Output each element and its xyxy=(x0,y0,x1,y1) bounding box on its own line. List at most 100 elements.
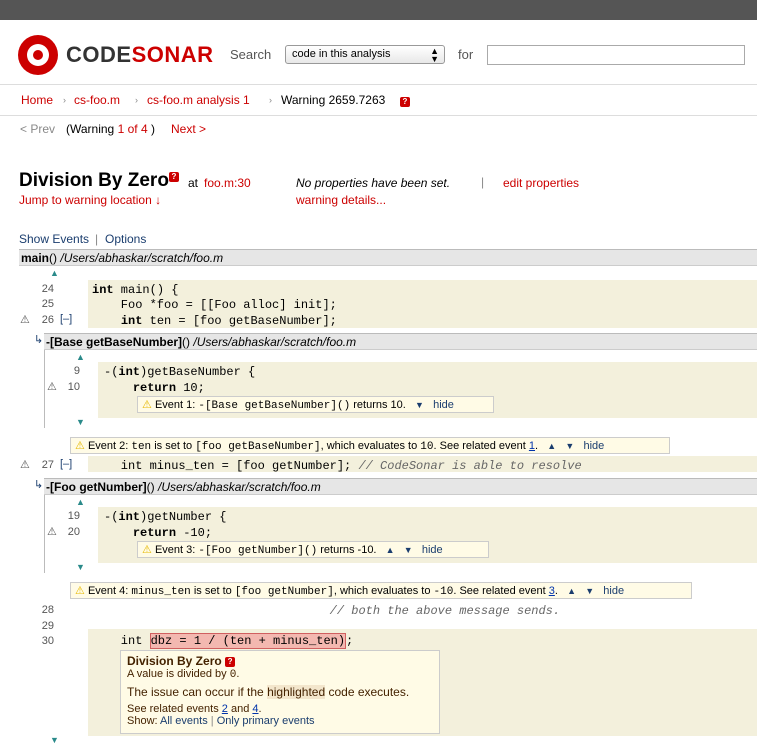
scroll-down-icon[interactable]: ▼ xyxy=(50,735,59,745)
event-text: . See related event xyxy=(433,440,529,452)
event-text: , which evaluates to xyxy=(333,585,434,597)
warning-location-link[interactable]: foo.m:30 xyxy=(204,176,251,190)
window-top-bar xyxy=(0,0,757,20)
jump-to-location-link[interactable]: Jump to warning location ↓ xyxy=(19,193,161,207)
event-code: ten xyxy=(131,441,152,453)
line-number: 10 xyxy=(67,381,80,393)
event-down-icon[interactable]: ▼ xyxy=(404,545,413,555)
function-name: -[Foo getNumber] xyxy=(46,480,147,494)
prev-link[interactable]: < Prev xyxy=(20,122,55,136)
popup-text: A value is divided by xyxy=(127,668,230,680)
line-number: 27 xyxy=(41,459,54,471)
function-parens: () xyxy=(182,335,191,349)
code-comment: // CodeSonar is able to resolve xyxy=(351,459,582,473)
codesonar-logo[interactable]: CODESONAR xyxy=(66,42,214,68)
scroll-up-icon[interactable]: ▲ xyxy=(50,268,59,278)
event-code: 10 xyxy=(420,441,434,453)
search-scope-select[interactable]: code in this analysis ▲ ▼ xyxy=(285,45,445,64)
pager-close: ) xyxy=(147,122,155,136)
hide-link[interactable]: hide xyxy=(422,544,443,556)
keyword: int xyxy=(92,283,114,297)
code-text: ; xyxy=(346,634,354,648)
popup-highlight: highlighted xyxy=(267,685,326,699)
popup-related: See related events 2 and 4. xyxy=(127,703,433,715)
scroll-down-icon[interactable]: ▼ xyxy=(76,417,85,427)
event-up-icon[interactable]: ▲ xyxy=(386,545,395,555)
event-text: is set to xyxy=(151,440,196,452)
event-text: , which evaluates to xyxy=(320,440,421,452)
chevron-right-icon: › xyxy=(63,95,66,105)
logo-code-text: CODE xyxy=(66,42,132,67)
scroll-up-icon[interactable]: ▲ xyxy=(76,352,85,362)
edit-properties-link[interactable]: edit properties xyxy=(503,176,579,190)
event-code: [foo getNumber] xyxy=(234,586,334,598)
code-line: -(int)getNumber { xyxy=(104,510,227,524)
nest-guide xyxy=(44,350,45,428)
pager-total[interactable]: 4 xyxy=(141,122,148,136)
function-header-main: main() /Users/abhaskar/scratch/foo.m xyxy=(19,249,757,266)
scroll-up-icon[interactable]: ▲ xyxy=(76,497,85,507)
function-path: /Users/abhaskar/scratch/foo.m xyxy=(158,480,321,494)
line-number: 25 xyxy=(41,298,54,310)
properties-status: No properties have been set. xyxy=(296,176,451,190)
hide-link[interactable]: hide xyxy=(433,399,454,411)
event-2-box: ⚠ Event 2: ten is set to [foo getBaseNum… xyxy=(70,437,670,454)
event-code: -[Base getBaseNumber]() xyxy=(198,400,351,412)
select-arrows-icon: ▲ ▼ xyxy=(430,46,439,64)
popup-description: A value is divided by 0. xyxy=(127,668,433,681)
scroll-down-icon[interactable]: ▼ xyxy=(76,562,85,572)
event-up-icon[interactable]: ▲ xyxy=(567,586,576,596)
all-events-link[interactable]: All events xyxy=(160,715,208,727)
function-parens: () xyxy=(146,480,155,494)
warning-triangle-icon: ⚠ xyxy=(142,544,152,556)
event-down-icon[interactable]: ▼ xyxy=(565,441,574,451)
chevron-right-icon: › xyxy=(135,95,138,105)
event-text: . xyxy=(554,585,558,597)
hide-link[interactable]: hide xyxy=(603,585,624,597)
search-label: Search xyxy=(230,47,272,62)
popup-text: . xyxy=(258,703,262,715)
collapse-button[interactable]: [–] xyxy=(60,313,72,325)
code-line: return 10; xyxy=(132,381,205,395)
event-down-icon[interactable]: ▼ xyxy=(415,400,424,410)
line-number: 30 xyxy=(41,635,54,647)
search-input[interactable] xyxy=(487,45,745,65)
show-events-link[interactable]: Show Events xyxy=(19,232,89,246)
primary-events-link[interactable]: Only primary events xyxy=(217,715,315,727)
function-header-base: -[Base getBaseNumber]() /Users/abhaskar/… xyxy=(44,333,757,350)
help-icon[interactable]: ? xyxy=(225,656,236,667)
hide-link[interactable]: hide xyxy=(583,440,604,452)
event-up-icon[interactable]: ▲ xyxy=(547,441,556,451)
popup-show: Show: All events | Only primary events xyxy=(127,715,315,727)
breadcrumb-home[interactable]: Home xyxy=(21,93,53,107)
breadcrumb-current: Warning 2659.7263 xyxy=(281,93,386,107)
warning-popup: Division By Zero ? A value is divided by… xyxy=(120,650,440,734)
logo-sonar-text: SONAR xyxy=(131,42,214,67)
breadcrumb-analysis[interactable]: cs-foo.m analysis 1 xyxy=(147,93,250,107)
breadcrumb-file[interactable]: cs-foo.m xyxy=(74,93,120,107)
warning-details-link[interactable]: warning details... xyxy=(296,193,386,207)
function-parens: () xyxy=(49,251,58,265)
help-icon[interactable]: ? xyxy=(400,94,410,108)
nest-guide xyxy=(44,495,45,573)
event-label: Event 3: xyxy=(154,544,196,556)
line-number: 19 xyxy=(67,510,80,522)
collapse-button[interactable]: [–] xyxy=(60,458,72,470)
code-text: int minus_ten = [foo getNumber]; xyxy=(92,459,352,473)
popup-title: Division By Zero ? xyxy=(127,654,433,668)
next-link[interactable]: Next > xyxy=(171,122,206,136)
search-scope-value: code in this analysis xyxy=(292,48,391,60)
logo-dot xyxy=(33,50,43,60)
popup-occur: The issue can occur if the highlighted c… xyxy=(127,685,433,699)
event-code: -[Foo getNumber]() xyxy=(198,545,318,557)
function-header-foo: -[Foo getNumber]() /Users/abhaskar/scrat… xyxy=(44,478,757,495)
code-line: return -10; xyxy=(132,526,213,540)
options-link[interactable]: Options xyxy=(105,232,146,246)
line-number: 24 xyxy=(41,283,54,295)
popup-text: code executes. xyxy=(325,685,410,699)
event-code: minus_ten xyxy=(131,586,191,598)
help-icon[interactable]: ? xyxy=(168,172,179,182)
chevron-right-icon: › xyxy=(269,95,272,105)
highlighted-expression: dbz = 1 / (ten + minus_ten) xyxy=(149,633,347,649)
event-down-icon[interactable]: ▼ xyxy=(585,586,594,596)
